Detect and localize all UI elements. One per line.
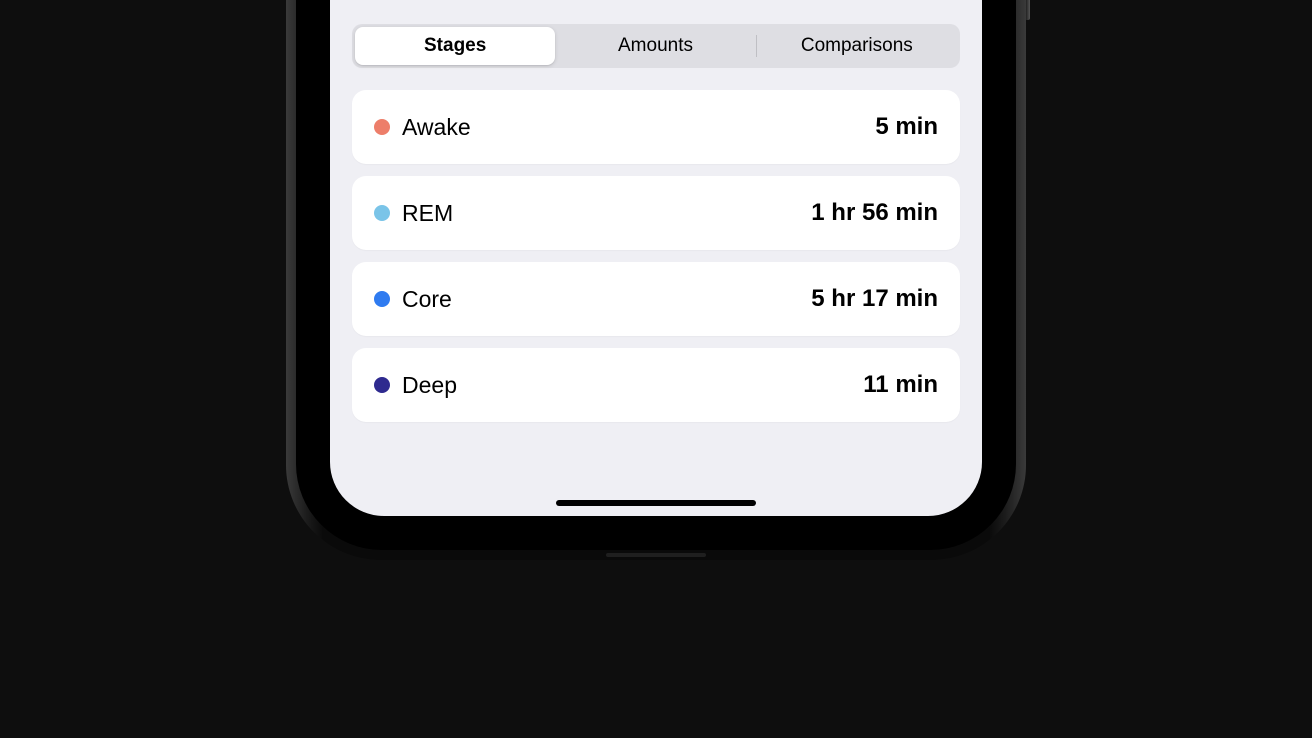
stage-dot-icon (374, 205, 390, 221)
stage-dot-icon (374, 291, 390, 307)
side-button-right (1026, 0, 1030, 20)
tab-stages[interactable]: Stages (355, 27, 555, 65)
tab-amounts-label: Amounts (618, 35, 693, 57)
stage-value: 5 hr 17 min (811, 285, 938, 313)
stage-value: 5 min (875, 113, 938, 141)
phone-frame-mid: Stages Amounts Comparisons (296, 0, 1016, 550)
tab-comparisons[interactable]: Comparisons (757, 27, 957, 65)
stage-value: 11 min (863, 371, 938, 399)
stage-label: Awake (402, 114, 875, 141)
stage-value: 1 hr 56 min (811, 199, 938, 227)
stage-list: Awake 5 min REM 1 hr 56 min Core 5 hr 17… (330, 90, 982, 422)
stage-label: Deep (402, 372, 863, 399)
app-content: Stages Amounts Comparisons (330, 0, 982, 516)
stage-label: Core (402, 286, 811, 313)
stage-row-rem[interactable]: REM 1 hr 56 min (352, 176, 960, 250)
tab-comparisons-label: Comparisons (801, 35, 913, 57)
stage-label: REM (402, 200, 811, 227)
tab-stages-label: Stages (424, 35, 486, 57)
stage-row-core[interactable]: Core 5 hr 17 min (352, 262, 960, 336)
home-indicator[interactable] (556, 500, 756, 506)
stage-dot-icon (374, 377, 390, 393)
stage-dot-icon (374, 119, 390, 135)
tab-amounts[interactable]: Amounts (555, 27, 755, 65)
stage-row-deep[interactable]: Deep 11 min (352, 348, 960, 422)
phone-frame-outer: Stages Amounts Comparisons (286, 0, 1026, 560)
phone-speaker-slot (606, 553, 706, 557)
phone-screen: Stages Amounts Comparisons (330, 0, 982, 516)
phone-screen-wrap: Stages Amounts Comparisons (308, 0, 1004, 538)
segmented-control[interactable]: Stages Amounts Comparisons (352, 24, 960, 68)
stage-row-awake[interactable]: Awake 5 min (352, 90, 960, 164)
